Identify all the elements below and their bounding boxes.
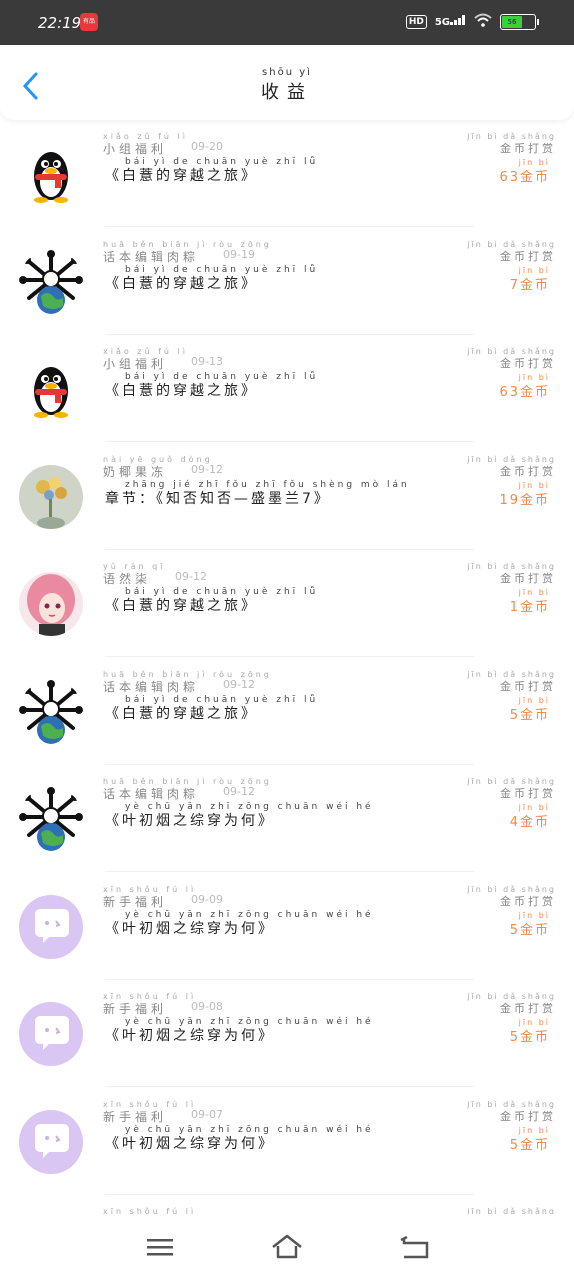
date: 09-08 bbox=[191, 1000, 223, 1013]
earning-row[interactable]: xiǎo zǔ fú lì 小组福利 09-13 bái yì de chuān yu… bbox=[0, 335, 574, 442]
earning-row[interactable]: huā běn biān jì ròu zōng 话本编辑肉粽 09-12 bái y… bbox=[0, 658, 574, 765]
user-name: 话本编辑肉粽 bbox=[103, 679, 200, 694]
status-bar: 22:19 有品 HD 5G 56 bbox=[0, 0, 574, 45]
amount: 63金币 bbox=[499, 385, 550, 400]
user-avatar[interactable] bbox=[19, 1109, 83, 1174]
notification-icon: 有品 bbox=[80, 13, 98, 31]
user-avatar[interactable] bbox=[19, 1002, 83, 1066]
book-title: 章节：《知否知否—盛墨兰7》 bbox=[105, 490, 331, 507]
hd-icon: HD bbox=[405, 14, 427, 29]
user-name: 话本编辑肉粽 bbox=[103, 787, 200, 801]
earning-row[interactable]: huā běn biān jì ròu zōng 话本编辑肉粽 09-12 yè ch… bbox=[0, 765, 574, 872]
gift-type-label: 金币打赏 bbox=[500, 249, 556, 263]
book-title: 《叶初烟之综穿为何》 bbox=[105, 920, 275, 937]
user-name: 小组福利 bbox=[103, 142, 168, 156]
wifi-icon bbox=[474, 12, 492, 31]
user-name: 新手福利 bbox=[103, 894, 168, 909]
gift-type-label: 金币打赏 bbox=[500, 572, 556, 585]
date: 09-12 bbox=[175, 570, 207, 583]
home-icon[interactable] bbox=[270, 1234, 304, 1260]
amount: 1金币 bbox=[509, 600, 550, 615]
earning-row[interactable]: xīn shǒu fú lì 新手福利 09-09 yè chū yān zhī zō… bbox=[0, 873, 574, 980]
user-name: 话本编辑肉粽 bbox=[103, 249, 200, 264]
user-avatar[interactable] bbox=[19, 572, 83, 636]
gift-type-label: 金币打赏 bbox=[500, 1002, 556, 1015]
user-avatar[interactable] bbox=[19, 787, 83, 851]
user-avatar[interactable] bbox=[19, 894, 83, 959]
user-name: 语然柒 bbox=[103, 572, 152, 586]
status-time: 22:19 bbox=[38, 14, 82, 32]
page-title: shōu yì 收益 bbox=[261, 67, 313, 103]
user-name: 新手福利 bbox=[103, 1002, 168, 1016]
user-avatar[interactable] bbox=[19, 464, 83, 529]
amount: 5金币 bbox=[509, 1137, 550, 1153]
earning-row[interactable]: yǔ rán qī 语然柒 09-12 bái yì de chuān yuè zhī… bbox=[0, 550, 574, 657]
amount: 19金币 bbox=[499, 492, 550, 508]
gift-type-label: 金币打赏 bbox=[500, 679, 556, 693]
gift-type-label: 金币打赏 bbox=[500, 787, 556, 800]
date: 09-07 bbox=[191, 1107, 223, 1121]
earning-row[interactable]: xīn shǒu fú lì jīn bì dǎ shǎng bbox=[0, 1195, 574, 1214]
book-title: 《白薏的穿越之旅》 bbox=[105, 275, 258, 292]
gift-type-label: 金币打赏 bbox=[500, 1109, 556, 1123]
amount: 5金币 bbox=[509, 707, 550, 723]
date: 09-12 bbox=[223, 677, 255, 691]
name-pinyin: xīn shǒu fú lì bbox=[103, 1207, 197, 1214]
user-avatar[interactable] bbox=[19, 142, 83, 206]
battery-icon: 56 bbox=[500, 13, 539, 30]
book-title: 《叶初烟之综穿为何》 bbox=[105, 813, 275, 829]
gift-type-label: 金币打赏 bbox=[500, 142, 556, 155]
label-pinyin: jīn bì dǎ shǎng bbox=[467, 1207, 556, 1214]
date: 09-19 bbox=[223, 247, 255, 261]
status-indicators: HD 5G 56 bbox=[405, 12, 539, 31]
user-name: 新手福利 bbox=[103, 1109, 168, 1124]
gift-type-label: 金币打赏 bbox=[500, 357, 556, 370]
user-name: 小组福利 bbox=[103, 357, 168, 371]
gift-type-label: 金币打赏 bbox=[500, 894, 556, 908]
date: 09-12 bbox=[223, 785, 255, 798]
earning-row[interactable]: xīn shǒu fú lì 新手福利 09-07 yè chū yān zhī zō… bbox=[0, 1088, 574, 1195]
back-nav-icon[interactable] bbox=[398, 1234, 432, 1260]
book-title: 《白薏的穿越之旅》 bbox=[105, 383, 258, 399]
date: 09-20 bbox=[191, 140, 223, 153]
user-avatar[interactable] bbox=[19, 249, 83, 314]
earnings-list: xiǎo zǔ fú lì 小组福利 09-20 bái yì de chuān yu… bbox=[0, 120, 574, 1214]
amount: 5金币 bbox=[509, 1030, 550, 1045]
amount: 7金币 bbox=[509, 277, 550, 293]
amount: 4金币 bbox=[509, 815, 550, 830]
user-name: 奶椰果冻 bbox=[103, 464, 168, 479]
menu-icon[interactable] bbox=[143, 1234, 177, 1260]
user-avatar[interactable] bbox=[19, 679, 83, 744]
system-nav-bar bbox=[0, 1214, 574, 1280]
earning-row[interactable]: xiǎo zǔ fú lì 小组福利 09-20 bái yì de chuān yu… bbox=[0, 120, 574, 227]
earning-row[interactable]: huā běn biān jì ròu zōng 话本编辑肉粽 09-19 bái y… bbox=[0, 228, 574, 335]
page-header: shōu yì 收益 bbox=[0, 45, 574, 120]
amount: 5金币 bbox=[509, 922, 550, 938]
book-title: 《叶初烟之综穿为何》 bbox=[105, 1135, 275, 1152]
book-title: 《白薏的穿越之旅》 bbox=[105, 598, 258, 614]
amount: 63金币 bbox=[499, 170, 550, 185]
date: 09-09 bbox=[191, 892, 223, 906]
signal-icon: 5G bbox=[435, 15, 466, 28]
earning-row[interactable]: xīn shǒu fú lì 新手福利 09-08 yè chū yān zhī zō… bbox=[0, 980, 574, 1087]
date: 09-13 bbox=[191, 355, 223, 368]
book-title: 《白薏的穿越之旅》 bbox=[105, 705, 258, 722]
book-title: 《白薏的穿越之旅》 bbox=[105, 168, 258, 184]
date: 09-12 bbox=[191, 462, 223, 476]
earning-row[interactable]: nài yē guǒ dòng 奶椰果冻 09-12 zhāng jié zhī fǒ… bbox=[0, 443, 574, 550]
book-title: 《叶初烟之综穿为何》 bbox=[105, 1028, 275, 1044]
user-avatar[interactable] bbox=[19, 357, 83, 421]
gift-type-label: 金币打赏 bbox=[500, 464, 556, 478]
